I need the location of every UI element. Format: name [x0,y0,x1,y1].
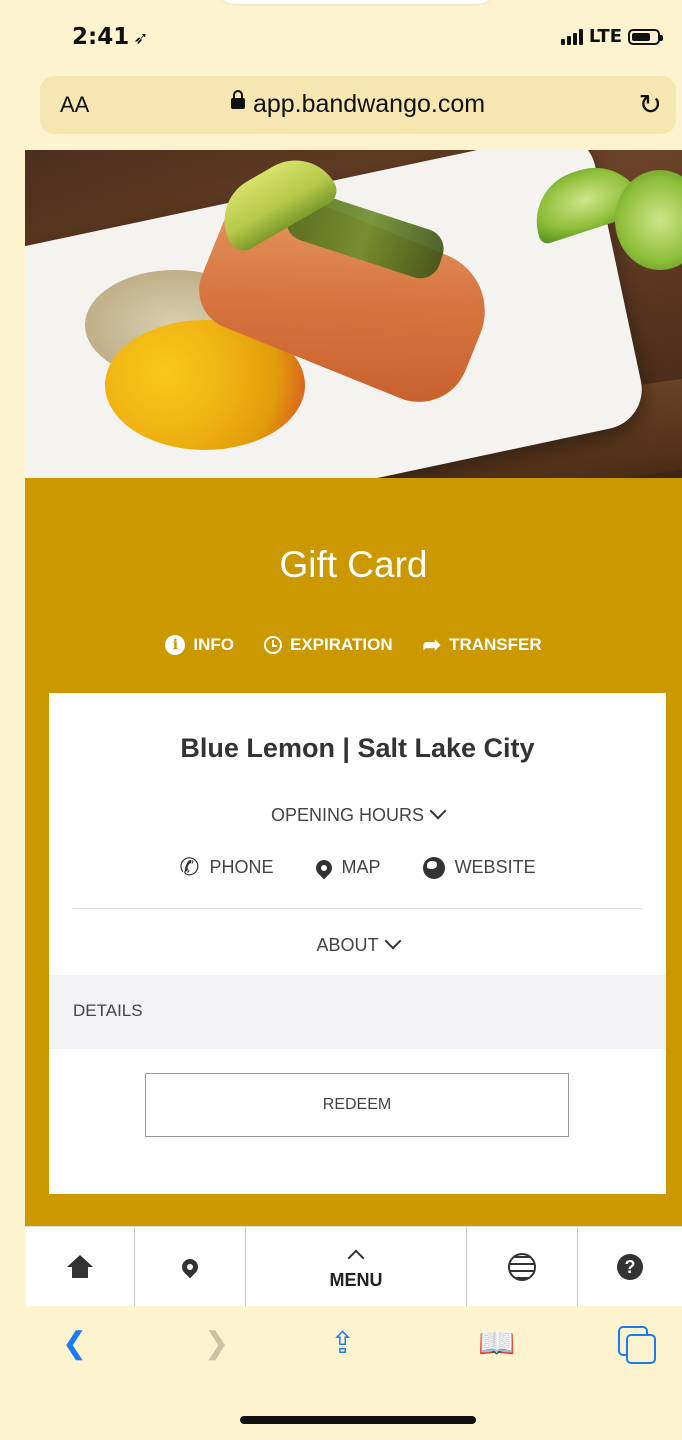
website-link[interactable]: WEBSITE [422,853,536,882]
globe-icon [422,856,445,879]
time-text: 2:41 [72,24,130,50]
clock-icon [263,636,282,654]
tab-info[interactable]: i INFO [165,632,234,658]
share-icon[interactable]: ⇪ [330,1326,355,1361]
bookmarks-icon[interactable]: 📖 [478,1326,515,1361]
hero-image [25,150,682,478]
status-bar: 2:41 ➶ LTE [0,0,682,70]
status-time: 2:41 ➶ [72,24,148,50]
nav-home[interactable] [25,1227,135,1307]
nav-help[interactable]: ? [578,1227,682,1307]
nav-web[interactable] [467,1227,578,1307]
page-title: Gift Card [279,544,428,585]
back-icon[interactable]: ❮ [62,1326,87,1361]
tab-expiration[interactable]: EXPIRATION [263,632,393,658]
notch [215,0,497,4]
venue-card: Blue Lemon | Salt Lake City OPENING HOUR… [49,693,666,1194]
lock-icon [230,89,245,109]
opening-hours-toggle[interactable]: OPENING HOURS [49,802,666,826]
browser-toolbar: ❮ ❯ ⇪ 📖 [0,1306,682,1396]
phone-icon: ✆ [179,854,200,881]
chevron-down-icon [384,932,401,950]
map-pin-icon [312,856,335,879]
forward-icon[interactable]: ❯ [204,1326,229,1361]
contact-links: ✆ PHONE MAP WEBSITE [49,853,666,882]
tab-transfer[interactable]: ➦ TRANSFER [423,632,542,658]
app-bottom-nav: MENU ? [25,1226,682,1307]
phone-link[interactable]: ✆ PHONE [179,853,273,882]
navigation-arrow-icon: ➶ [133,28,149,49]
gift-card-section: Gift Card i INFO EXPIRATION ➦ TRANSFER Blu… [25,478,682,1226]
map-label: MAP [341,857,381,877]
home-icon [66,1255,93,1279]
nav-location[interactable] [135,1227,246,1307]
chevron-down-icon [429,802,447,820]
website-label: WEBSITE [454,857,536,877]
venue-name: Blue Lemon | Salt Lake City [180,733,535,763]
status-icons: LTE [560,26,663,47]
help-icon: ? [617,1254,643,1280]
tab-label: TRANSFER [449,635,542,654]
details-label: DETAILS [73,1001,143,1020]
location-icon [178,1255,202,1279]
map-link[interactable]: MAP [312,853,381,882]
home-indicator [240,1416,476,1424]
about-label: ABOUT [316,935,379,955]
tabs-icon[interactable] [618,1326,656,1364]
address-bar[interactable]: AA app.bandwango.com ↻ [40,76,676,134]
web-icon [508,1253,536,1281]
menu-label: MENU [329,1269,383,1290]
battery-icon [628,28,663,45]
about-toggle[interactable]: ABOUT [49,932,666,956]
phone-label: PHONE [209,857,274,877]
redeem-button[interactable]: REDEEM [145,1073,569,1137]
network-label: LTE [588,26,622,47]
divider [73,908,642,909]
tab-label: EXPIRATION [289,635,393,654]
url-text: app.bandwango.com [252,90,486,118]
url-display[interactable]: app.bandwango.com [40,89,676,119]
chevron-up-icon [347,1249,365,1266]
signal-icon [560,28,583,45]
nav-menu[interactable]: MENU [246,1227,467,1307]
opening-hours-label: OPENING HOURS [270,805,425,825]
details-section: DETAILS [49,975,666,1049]
reload-icon[interactable]: ↻ [639,88,662,121]
info-icon: i [165,635,186,655]
share-arrow-icon: ➦ [422,632,442,657]
gift-card-tabs: i INFO EXPIRATION ➦ TRANSFER [25,632,682,658]
tab-label: INFO [193,635,234,654]
